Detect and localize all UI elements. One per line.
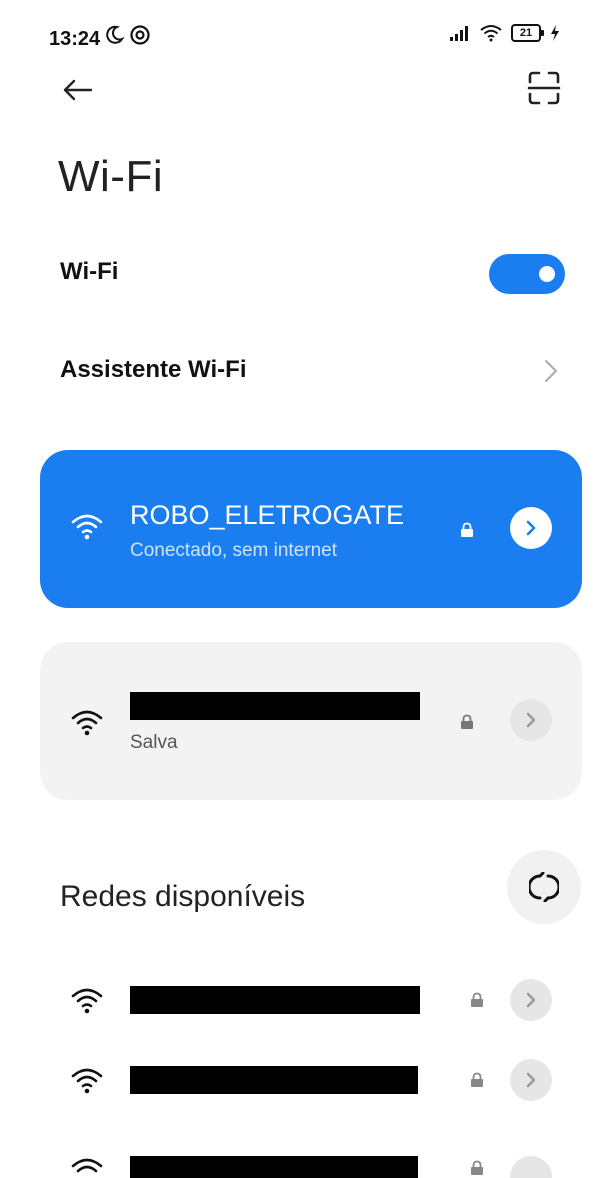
refresh-icon <box>529 872 559 902</box>
scan-icon[interactable] <box>526 70 562 106</box>
wifi-icon <box>480 25 502 42</box>
network-details-button[interactable] <box>510 699 552 741</box>
arrow-left-icon[interactable] <box>58 70 98 110</box>
redacted-network-name <box>130 1156 418 1178</box>
chevron-right-icon <box>545 360 557 382</box>
assistant-wifi-label: Assistente Wi-Fi <box>60 356 247 383</box>
signal-icon <box>450 26 468 41</box>
chevron-right-icon <box>526 992 536 1008</box>
network-details-button[interactable] <box>510 979 552 1021</box>
lock-icon <box>471 1160 483 1175</box>
status-time: 13:24 <box>49 28 101 50</box>
lock-icon <box>471 1072 483 1087</box>
saved-network-card[interactable]: Salva <box>40 642 582 800</box>
status-icons-right: 21 <box>449 24 561 42</box>
wifi-toggle[interactable] <box>489 254 565 294</box>
chevron-right-icon <box>526 520 536 536</box>
network-details-button[interactable] <box>510 507 552 549</box>
network-details-button[interactable] <box>510 1059 552 1101</box>
wifi-icon <box>71 710 103 736</box>
do-not-disturb-icon <box>130 25 150 45</box>
network-details-button[interactable] <box>510 1156 552 1178</box>
lock-icon <box>461 522 473 537</box>
page-title: Wi-Fi <box>58 152 164 201</box>
wifi-icon <box>71 1158 103 1173</box>
charging-icon <box>551 25 559 41</box>
network-status: Conectado, sem internet <box>130 540 338 561</box>
redacted-network-name <box>130 986 420 1014</box>
battery-icon: 21 <box>511 24 544 42</box>
wifi-label: Wi-Fi <box>60 258 119 285</box>
network-status: Salva <box>130 732 178 753</box>
available-network-row[interactable] <box>0 1050 601 1110</box>
connected-network-card[interactable]: ROBO_ELETROGATE Conectado, sem internet <box>40 450 582 608</box>
section-title-available: Redes disponíveis <box>60 880 306 913</box>
redacted-network-name <box>130 692 420 720</box>
moon-icon <box>106 25 125 44</box>
chevron-right-icon <box>526 712 536 728</box>
wifi-icon <box>71 514 103 540</box>
redacted-network-name <box>130 1066 418 1094</box>
network-name: ROBO_ELETROGATE <box>130 500 405 530</box>
available-network-row[interactable] <box>0 1130 601 1178</box>
refresh-button[interactable] <box>507 850 581 924</box>
wifi-icon <box>71 988 103 1014</box>
lock-icon <box>461 714 473 729</box>
toggle-knob <box>539 266 555 282</box>
status-icons-left <box>103 24 151 46</box>
lock-icon <box>471 992 483 1007</box>
chevron-right-icon <box>526 1072 536 1088</box>
wifi-icon <box>71 1068 103 1094</box>
available-network-row[interactable] <box>0 970 601 1030</box>
